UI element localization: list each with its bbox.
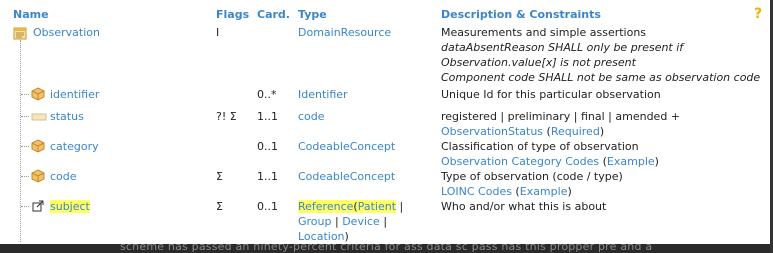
header-card: Card. <box>257 8 290 21</box>
tree-branch-code <box>21 176 29 177</box>
desc-category-line1: Classification of type of observation <box>441 140 639 153</box>
help-icon[interactable]: ? <box>754 6 762 22</box>
desc-observation-line4: Component code SHALL not be same as obse… <box>441 71 761 84</box>
target-location-link[interactable]: Location <box>298 230 345 243</box>
card-subject: 0..1 <box>257 200 278 213</box>
desc-code-line1: Type of observation (code / type) <box>441 170 623 183</box>
target-patient-link[interactable]: Patient <box>358 200 396 213</box>
reference-icon <box>31 199 45 213</box>
binding-strength-example[interactable]: Example <box>520 185 568 198</box>
desc-status-line1: registered | preliminary | final | amend… <box>441 110 681 123</box>
header-name: Name <box>13 8 49 21</box>
card-category: 0..1 <box>257 140 278 153</box>
tree-branch-subject <box>21 206 29 207</box>
type-separator: | <box>396 200 404 213</box>
type-separator: | <box>379 215 388 228</box>
desc-category-binding: Observation Category Codes (Example) <box>441 154 659 169</box>
background-text-fragment: scheme nas passed an ninety-percent crit… <box>120 244 653 253</box>
valueset-link-observation-category-codes[interactable]: Observation Category Codes <box>441 155 599 168</box>
type-code[interactable]: CodeableConcept <box>298 169 395 184</box>
binding-strength-required[interactable]: Required <box>551 125 600 138</box>
type-subject-line3: Location) <box>298 229 349 244</box>
valueset-link-loinc-codes[interactable]: LOINC Codes <box>441 185 512 198</box>
datatype-icon <box>31 87 45 101</box>
subject-name-highlight[interactable]: subject <box>50 200 90 213</box>
type-subject-line1: Reference(Patient | <box>298 199 403 214</box>
binding-open-paren: ( <box>543 125 551 138</box>
card-status: 1..1 <box>257 110 278 123</box>
target-device-link[interactable]: Device <box>342 215 380 228</box>
element-name-identifier[interactable]: identifier <box>50 87 99 102</box>
tree-branch-status <box>21 116 29 117</box>
tree-branch-category <box>21 146 29 147</box>
header-description: Description & Constraints <box>441 8 601 21</box>
element-name-category[interactable]: category <box>50 139 99 154</box>
background-page-strip: scheme nas passed an ninety-percent crit… <box>0 244 773 253</box>
binding-strength-example[interactable]: Example <box>607 155 655 168</box>
element-name-subject[interactable]: subject <box>50 199 90 214</box>
type-reference-link[interactable]: Reference <box>298 200 353 213</box>
target-group-link[interactable]: Group <box>298 215 332 228</box>
type-separator: | <box>331 215 343 228</box>
tree-branch-identifier <box>21 94 29 95</box>
header-type: Type <box>298 8 327 21</box>
flags-code: Σ <box>216 170 223 183</box>
binding-close-paren: ) <box>654 155 659 168</box>
desc-status-binding: ObservationStatus (Required) <box>441 124 604 139</box>
desc-identifier: Unique Id for this particular observatio… <box>441 88 661 101</box>
binding-open-paren: ( <box>511 185 520 198</box>
screenshot-frame: Name Flags Card. Type Description & Cons… <box>0 0 773 253</box>
element-name-status[interactable]: status <box>50 109 84 124</box>
card-code: 1..1 <box>257 170 278 183</box>
resource-icon <box>13 26 27 40</box>
type-identifier[interactable]: Identifier <box>298 87 348 102</box>
type-observation[interactable]: DomainResource <box>298 25 391 40</box>
type-status[interactable]: code <box>298 109 325 124</box>
valueset-link-observationstatus[interactable]: ObservationStatus <box>441 125 543 138</box>
structure-table: Name Flags Card. Type Description & Cons… <box>0 0 770 244</box>
tree-trunk-line <box>20 40 21 242</box>
desc-code-binding: LOINC Codes (Example) <box>441 184 572 199</box>
datatype-icon <box>31 139 45 153</box>
type-category[interactable]: CodeableConcept <box>298 139 395 154</box>
card-identifier: 0..* <box>257 88 277 101</box>
binding-close-paren: ) <box>567 185 572 198</box>
desc-observation-line2: dataAbsentReason SHALL only be present i… <box>441 41 684 54</box>
primitive-icon <box>31 110 47 124</box>
binding-close-paren: ) <box>599 125 605 138</box>
header-flags: Flags <box>216 8 250 21</box>
datatype-icon <box>31 169 45 183</box>
element-name-code[interactable]: code <box>50 169 77 184</box>
binding-open-paren: ( <box>599 155 607 168</box>
type-close-paren: ) <box>344 230 349 243</box>
flags-subject: Σ <box>216 200 223 213</box>
desc-observation-line3: Observation.value[x] is not present <box>441 56 636 69</box>
flags-status: ?! Σ <box>216 110 237 123</box>
flags-observation: I <box>216 26 220 39</box>
desc-observation-line1: Measurements and simple assertions <box>441 26 647 39</box>
type-subject-line2: Group | Device | <box>298 214 387 229</box>
element-name-observation[interactable]: Observation <box>33 25 100 40</box>
desc-subject: Who and/or what this is about <box>441 200 607 213</box>
